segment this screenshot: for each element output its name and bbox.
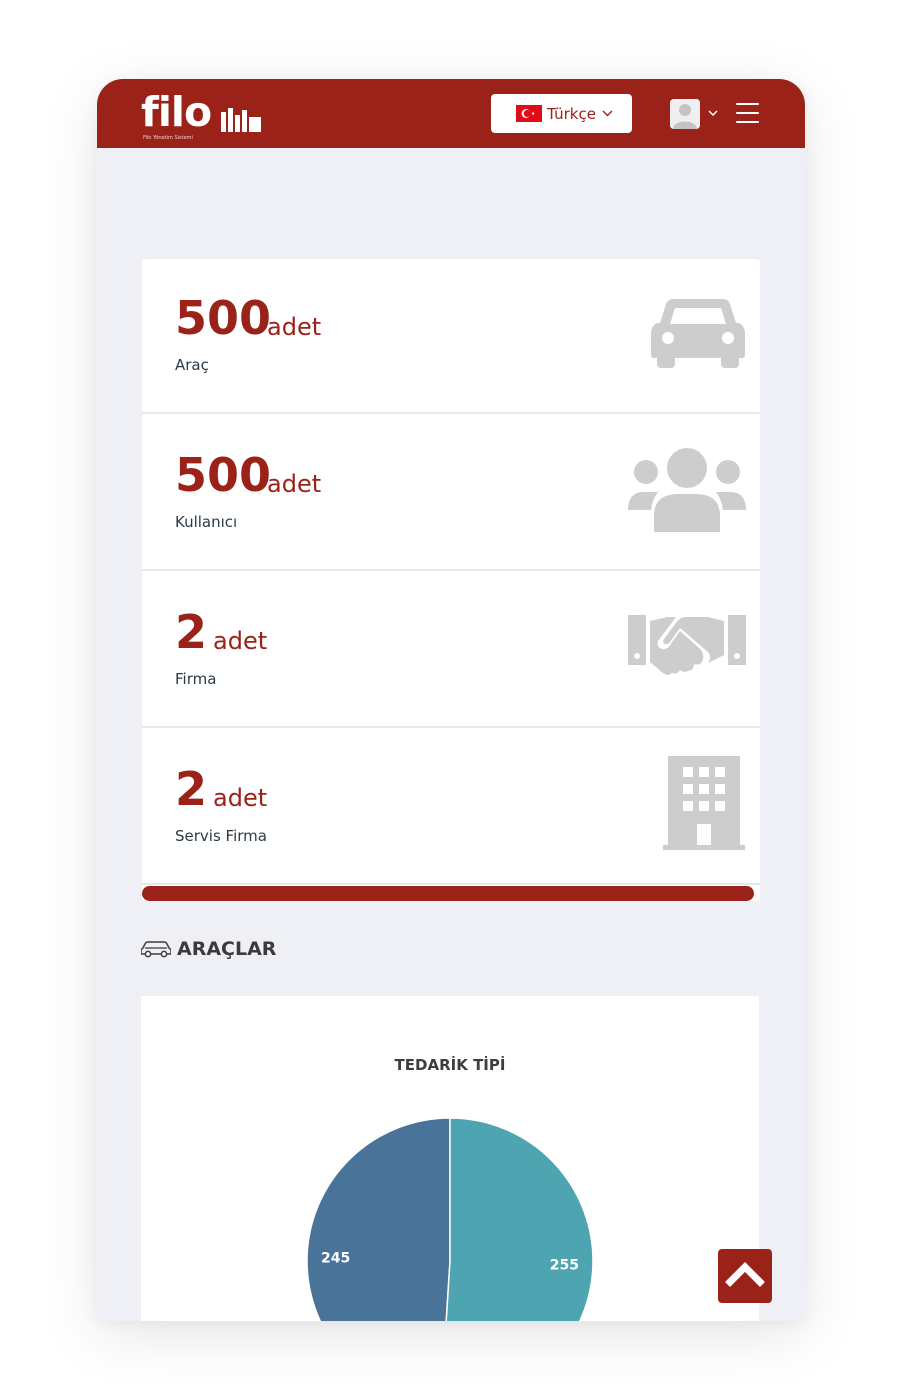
stat-value: 500 — [175, 291, 272, 345]
hamburger-menu-icon[interactable] — [736, 103, 759, 123]
handshake-icon — [628, 615, 746, 675]
user-avatar[interactable] — [670, 99, 700, 129]
pie-slice[interactable] — [441, 1117, 594, 1321]
stat-unit: adet — [213, 784, 268, 812]
stat-unit: adet — [267, 313, 322, 341]
stats-bottom-accent — [142, 886, 754, 901]
stat-value: 500 — [175, 448, 272, 502]
stat-card-service-companies[interactable]: 2 adet Servis Firma — [142, 730, 760, 885]
stat-card-companies[interactable]: 2 adet Firma — [142, 573, 760, 728]
user-avatar-icon — [670, 99, 700, 129]
stats-panel: 500 adet Araç 500 adet Kullanıcı 2 adet … — [142, 259, 760, 901]
logo-bars-icon — [221, 108, 261, 132]
pie-slice-label: 245 — [321, 1250, 350, 1266]
menu-line — [736, 112, 759, 114]
user-menu-chevron-icon[interactable] — [708, 110, 718, 116]
users-icon — [628, 448, 746, 532]
stat-card-vehicles[interactable]: 500 adet Araç — [142, 259, 760, 414]
stat-label: Araç — [175, 356, 209, 374]
section-header: ARAÇLAR — [141, 935, 276, 963]
stat-label: Firma — [175, 670, 217, 688]
building-icon — [663, 756, 745, 850]
logo-tagline: Filo Yönetim Sistemi — [143, 135, 193, 141]
car-icon — [651, 299, 745, 368]
car-outline-icon — [141, 941, 171, 958]
stat-label: Servis Firma — [175, 827, 267, 845]
stat-value: 2 — [175, 762, 208, 816]
chart-card: TEDARİK TİPİ 245 255 — [141, 996, 759, 1321]
chevron-down-icon — [602, 110, 613, 117]
mobile-screen: filo Filo Yönetim Sistemi Türkçe 500 ade… — [97, 79, 805, 1321]
logo-text: filo — [141, 88, 212, 136]
chevron-up-icon — [725, 1262, 765, 1287]
language-label: Türkçe — [547, 104, 596, 123]
stat-card-users[interactable]: 500 adet Kullanıcı — [142, 416, 760, 571]
section-title: ARAÇLAR — [177, 938, 277, 960]
pie-slice[interactable] — [306, 1117, 451, 1321]
stat-unit: adet — [213, 627, 268, 655]
pie-chart: 245 255 — [306, 1117, 594, 1321]
language-selector[interactable]: Türkçe — [491, 94, 632, 133]
menu-line — [736, 103, 759, 105]
pie-slice-label: 255 — [550, 1258, 579, 1274]
turkey-flag-icon — [516, 105, 542, 122]
scroll-to-top-button[interactable] — [718, 1249, 772, 1303]
stat-value: 2 — [175, 605, 208, 659]
top-navbar: filo Filo Yönetim Sistemi Türkçe — [97, 79, 805, 148]
logo[interactable]: filo Filo Yönetim Sistemi — [141, 88, 281, 141]
stat-unit: adet — [267, 470, 322, 498]
stat-label: Kullanıcı — [175, 513, 238, 531]
menu-line — [736, 121, 759, 123]
